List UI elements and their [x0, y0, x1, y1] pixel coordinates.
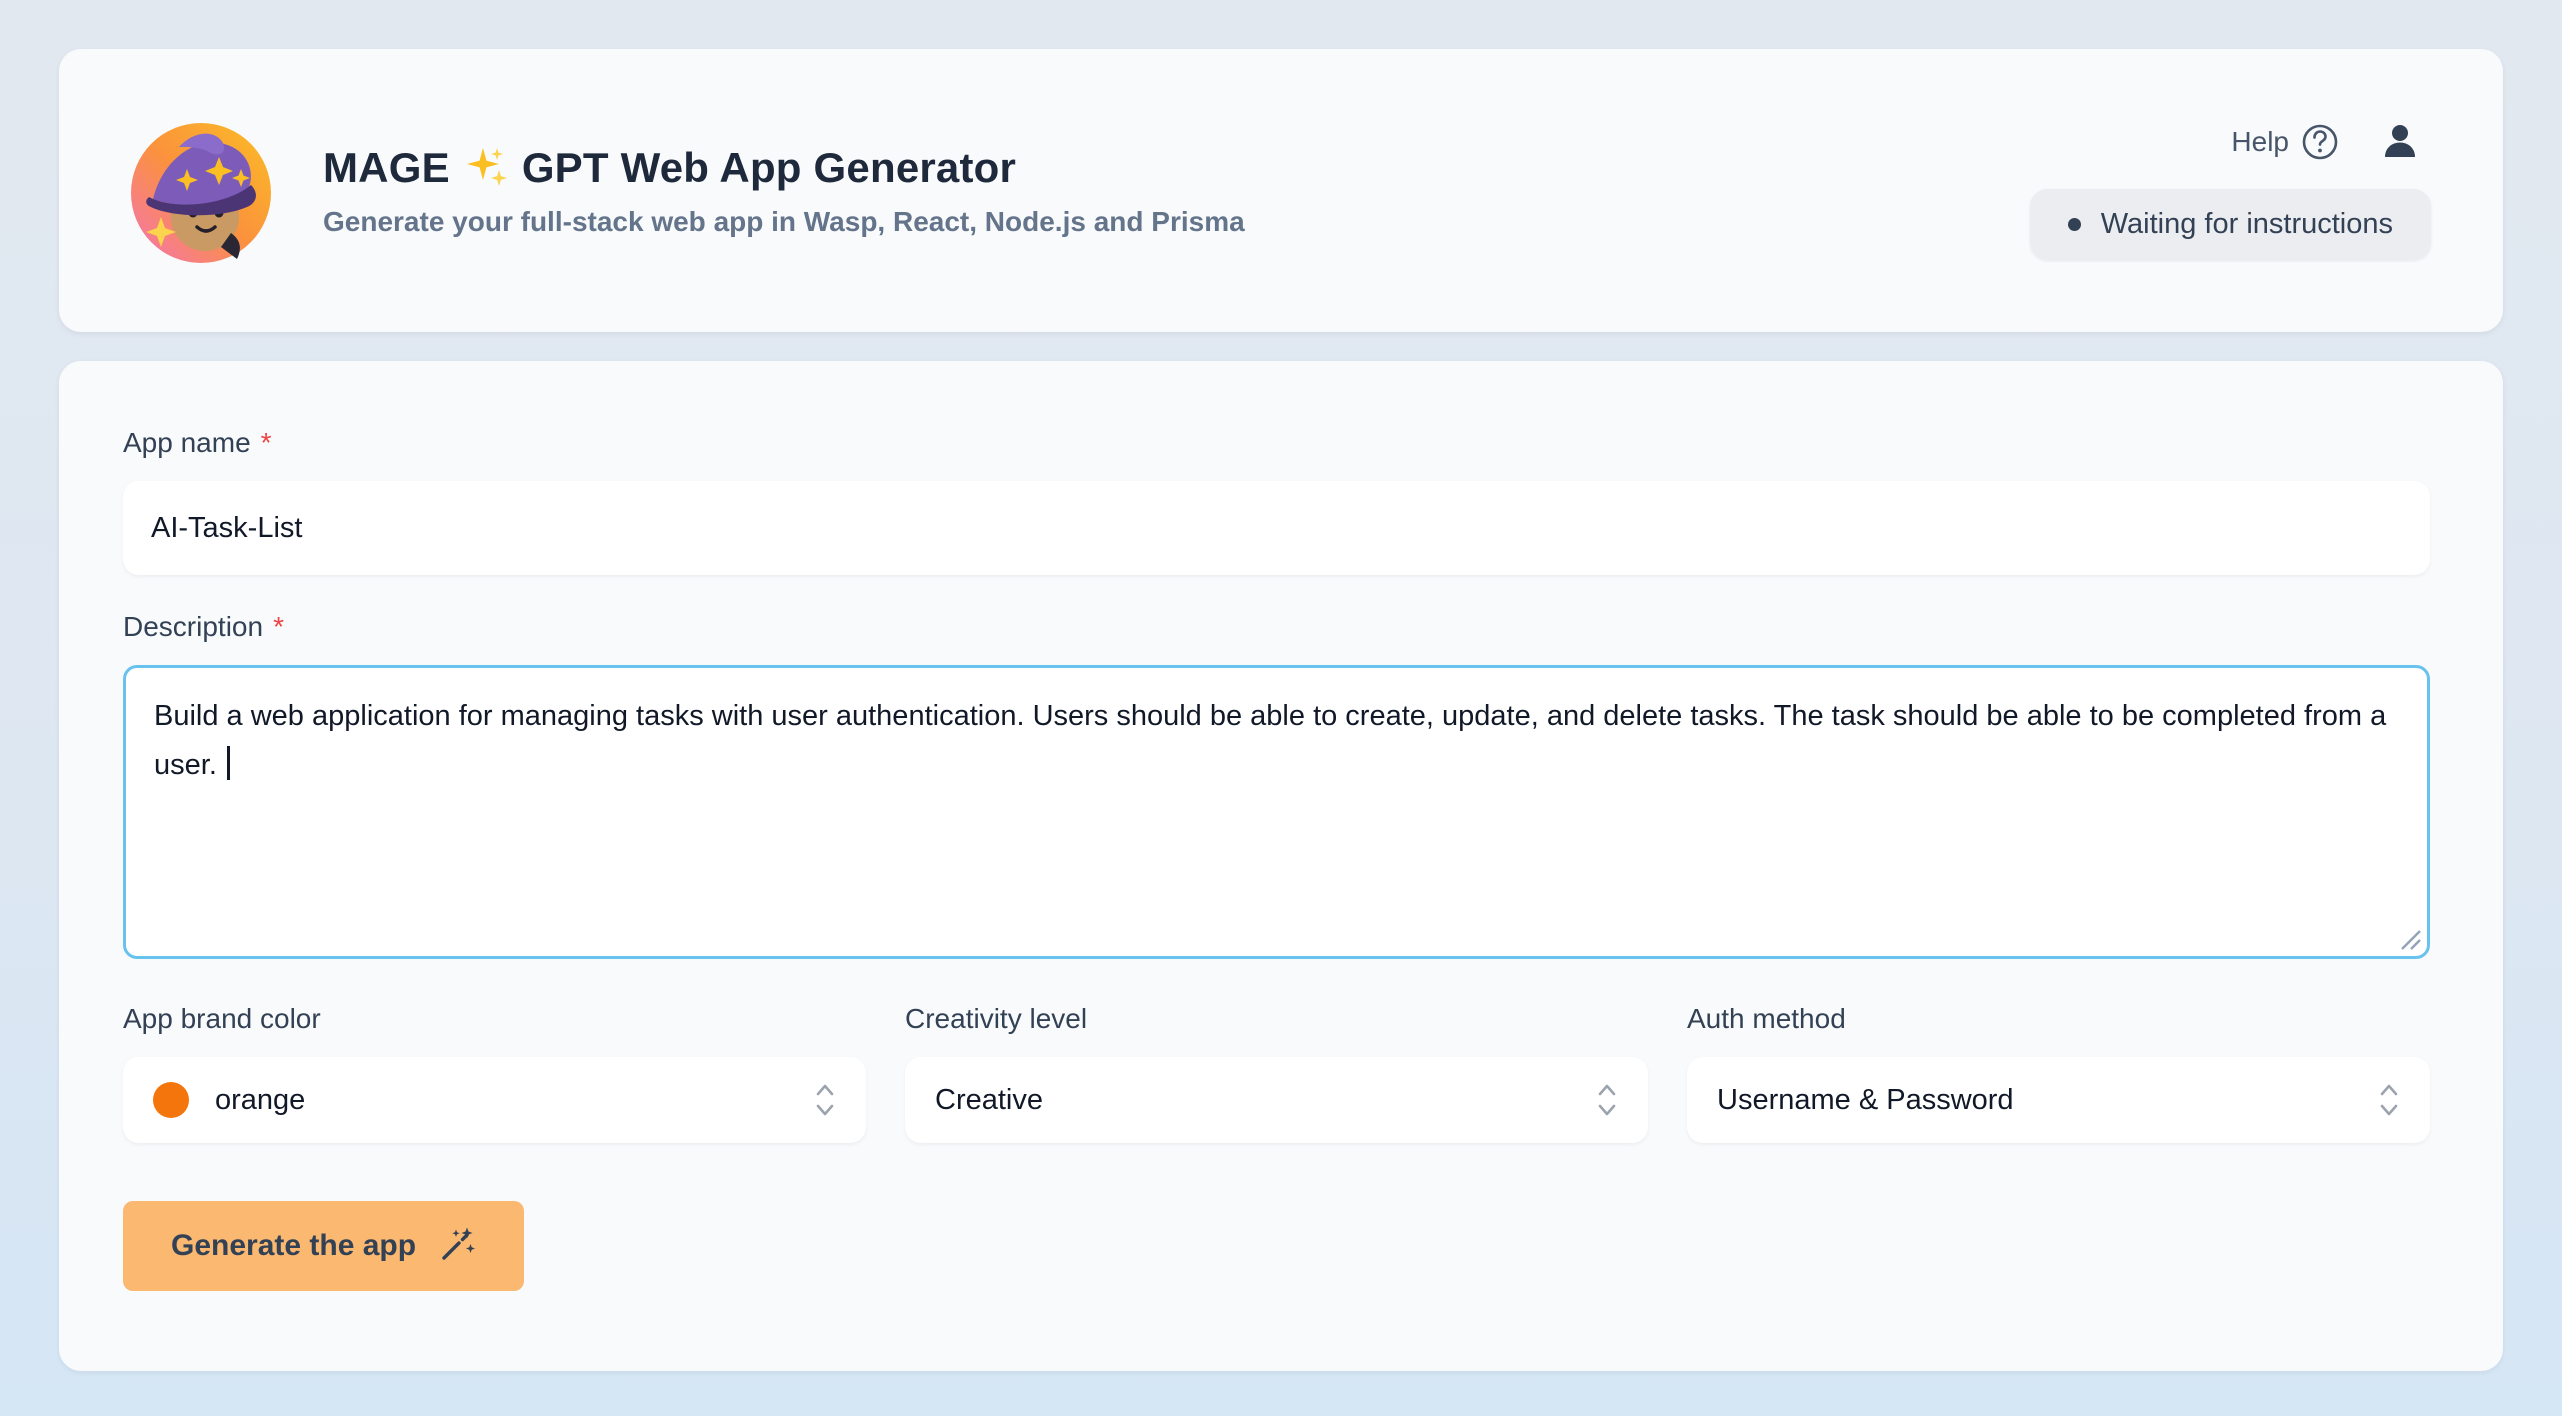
creativity-field: Creativity level Creative — [905, 1003, 1648, 1143]
app-subtitle: Generate your full-stack web app in Wasp… — [323, 206, 1245, 238]
creativity-select[interactable]: Creative — [905, 1057, 1648, 1143]
app-title-left: MAGE — [323, 144, 450, 192]
text-caret — [227, 746, 230, 780]
generator-form: App name * Description * Build a web app… — [59, 361, 2503, 1371]
auth-method-label: Auth method — [1687, 1003, 2430, 1035]
status-badge: Waiting for instructions — [2030, 189, 2431, 260]
header-right: Help Waiting for instructions — [2030, 121, 2431, 260]
description-label: Description * — [123, 611, 2430, 643]
required-asterisk: * — [261, 427, 272, 459]
brand-color-field: App brand color orange — [123, 1003, 866, 1143]
sparkles-icon — [464, 146, 508, 190]
auth-method-select[interactable]: Username & Password — [1687, 1057, 2430, 1143]
app-name-label: App name * — [123, 427, 2430, 459]
app-title-right: GPT Web App Generator — [522, 144, 1016, 192]
status-badge-label: Waiting for instructions — [2101, 208, 2393, 241]
app-name-input[interactable] — [123, 481, 2430, 575]
options-row: App brand color orange Creativity level … — [123, 1003, 2430, 1143]
generate-app-button[interactable]: Generate the app — [123, 1201, 524, 1291]
generate-app-button-label: Generate the app — [171, 1229, 416, 1263]
page-container: MAGE GPT Web App Generator Generate your… — [59, 0, 2503, 1371]
mage-logo — [123, 113, 279, 269]
chevron-updown-icon — [2374, 1081, 2404, 1119]
creativity-value: Creative — [935, 1084, 1043, 1117]
required-asterisk: * — [273, 611, 284, 643]
user-icon[interactable] — [2379, 121, 2421, 163]
description-text: Build a web application for managing tas… — [154, 700, 2386, 781]
help-circle-icon — [2301, 123, 2339, 161]
creativity-label: Creativity level — [905, 1003, 1648, 1035]
status-dot-icon — [2068, 218, 2081, 231]
help-link[interactable]: Help — [2231, 123, 2339, 161]
auth-method-value: Username & Password — [1717, 1084, 2014, 1117]
brand-color-label: App brand color — [123, 1003, 866, 1035]
chevron-updown-icon — [810, 1081, 840, 1119]
header: MAGE GPT Web App Generator Generate your… — [59, 49, 2503, 332]
brand-color-select[interactable]: orange — [123, 1057, 866, 1143]
chevron-updown-icon — [1592, 1081, 1622, 1119]
description-textarea[interactable]: Build a web application for managing tas… — [123, 665, 2430, 959]
help-label: Help — [2231, 126, 2289, 158]
color-swatch-icon — [153, 1082, 189, 1118]
auth-method-field: Auth method Username & Password — [1687, 1003, 2430, 1143]
resize-grip-icon[interactable] — [2396, 925, 2422, 951]
magic-wand-icon — [436, 1226, 476, 1266]
brand-color-value: orange — [215, 1084, 305, 1117]
title-block: MAGE GPT Web App Generator Generate your… — [323, 144, 1245, 238]
